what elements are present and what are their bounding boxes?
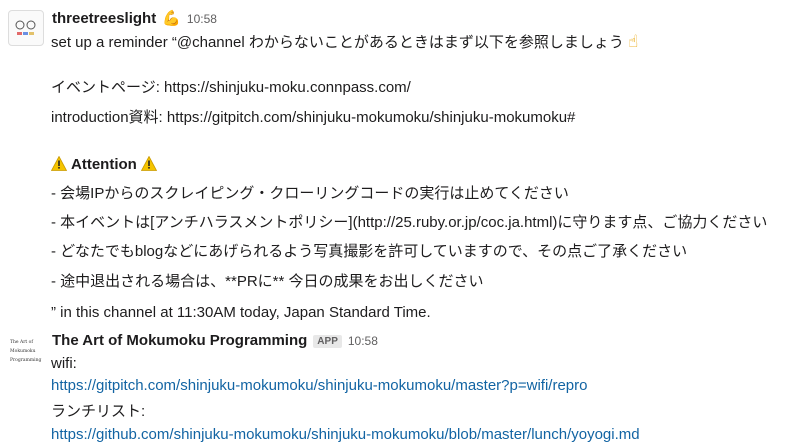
author-name[interactable]: The Art of Mokumoku Programming (52, 332, 307, 349)
reminder-tail: ” in this channel at 11:30AM today, Japa… (51, 304, 431, 321)
lunch-link[interactable]: https://github.com/shinjuku-mokumoku/shi… (51, 426, 640, 443)
wifi-link[interactable]: https://gitpitch.com/shinjuku-mokumoku/s… (51, 377, 587, 394)
warning-icon (140, 155, 157, 171)
warning-icon (50, 155, 68, 171)
intro-link[interactable]: https://gitpitch.com/shinjuku-mokumoku/s… (167, 109, 576, 126)
message-header: The Art of Mokumoku Programming APP 10:5… (52, 332, 378, 352)
reminder-intro-line: set up a reminder “@channel わからないことがあるとき… (51, 32, 638, 53)
intro-line: introduction資料: https://gitpitch.com/shi… (51, 108, 575, 128)
event-page-line: イベントページ: https://shinjuku-moku.connpass.… (51, 78, 411, 98)
rule-item: - 途中退出される場合は、**PRに** 今日の成果をお出しください (51, 273, 484, 290)
wifi-line: https://gitpitch.com/shinjuku-mokumoku/s… (51, 376, 587, 396)
timestamp[interactable]: 10:58 (348, 334, 378, 348)
rule-item: - どなたでもblogなどにあげられるよう写真撮影を許可していますので、その点ご… (51, 243, 688, 260)
logo-text: The Art of (10, 340, 34, 345)
app-badge: APP (313, 335, 342, 348)
lunch-line: https://github.com/shinjuku-mokumoku/shi… (51, 425, 640, 445)
event-page-label: イベントページ: (51, 79, 165, 96)
rule-item: - 本イベントは[アンチハラスメントポリシー](http://25.ruby.o… (51, 214, 768, 231)
attention-label: Attention (71, 156, 137, 173)
rule-item: - 会場IPからのスクレイピング・クローリングコードの実行は止めてください (51, 185, 569, 202)
lunch-label: ランチリスト: (51, 403, 146, 420)
logo-text: Mokumoku (10, 349, 36, 354)
app-avatar-logo[interactable]: The Art of Mokumoku Programming (8, 336, 44, 372)
author-name[interactable]: threetreeslight (52, 10, 156, 27)
reminder-intro-text: set up a reminder “@channel わからないことがあるとき… (51, 34, 624, 51)
attention-line: Attention (50, 154, 157, 175)
flexed-biceps-icon: 💪 (162, 10, 181, 27)
wifi-label: wifi: (51, 355, 77, 372)
event-page-link[interactable]: https://shinjuku-moku.connpass.com/ (164, 79, 411, 96)
logo-text: Programming (10, 358, 42, 363)
pointing-up-icon: ☝ (628, 32, 639, 51)
message-header: threetreeslight 💪 10:58 (52, 9, 217, 29)
avatar-threetreeslight[interactable] (8, 10, 44, 46)
timestamp[interactable]: 10:58 (187, 12, 217, 26)
intro-label: introduction資料: (51, 109, 167, 126)
